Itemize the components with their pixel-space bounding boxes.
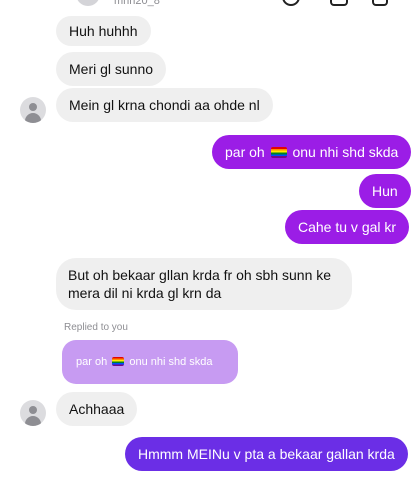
info-icon[interactable] (372, 0, 388, 6)
outgoing-message[interactable]: Hmmm MEINu v pta a bekaar gallan krda (125, 437, 408, 471)
message-text: Meri gl sunno (69, 61, 154, 77)
quoted-text: par oh (76, 356, 108, 368)
message-text: Hmmm MEINu v pta a bekaar gallan krda (138, 446, 395, 462)
message-text: But oh bekaar gllan krda fr oh sbh sunn … (68, 267, 332, 283)
message-text: Huh huhhh (69, 23, 138, 39)
outgoing-message[interactable]: par oh onu nhi shd skda (212, 135, 412, 169)
message-text: par oh (225, 144, 265, 160)
message-text: Achhaaa (69, 401, 125, 417)
incoming-message[interactable]: Achhaaa (56, 392, 138, 426)
message-text: mera dil ni krda gl krn da (68, 285, 222, 301)
rainbow-flag-icon (112, 357, 125, 366)
quoted-reply[interactable]: par oh onu nhi shd skda (62, 340, 238, 384)
video-call-icon[interactable] (330, 0, 348, 6)
incoming-message[interactable]: Mein gl krna chondi aa ohde nl (56, 88, 273, 122)
sender-avatar-icon[interactable] (20, 400, 46, 426)
header-username[interactable]: mnn20_8 (114, 0, 160, 7)
quoted-text: onu nhi shd skda (129, 356, 213, 368)
message-text: onu nhi shd skda (292, 144, 399, 160)
incoming-message[interactable]: But oh bekaar gllan krda fr oh sbh sunn … (56, 258, 352, 310)
header-avatar[interactable] (76, 0, 100, 6)
message-text: Mein gl krna chondi aa ohde nl (69, 97, 260, 113)
incoming-message[interactable]: Huh huhhh (56, 16, 151, 46)
rainbow-flag-icon (270, 147, 287, 158)
replied-label: Replied to you (64, 322, 128, 333)
outgoing-message[interactable]: Hun (359, 174, 411, 208)
sender-avatar-icon[interactable] (20, 97, 46, 123)
message-text: Hun (372, 183, 398, 199)
chat-header: mnn20_8 (0, 0, 416, 12)
outgoing-message[interactable]: Cahe tu v gal kr (285, 210, 410, 244)
message-text: Cahe tu v gal kr (298, 219, 397, 235)
phone-call-icon[interactable] (282, 0, 300, 6)
incoming-message[interactable]: Meri gl sunno (56, 52, 167, 86)
